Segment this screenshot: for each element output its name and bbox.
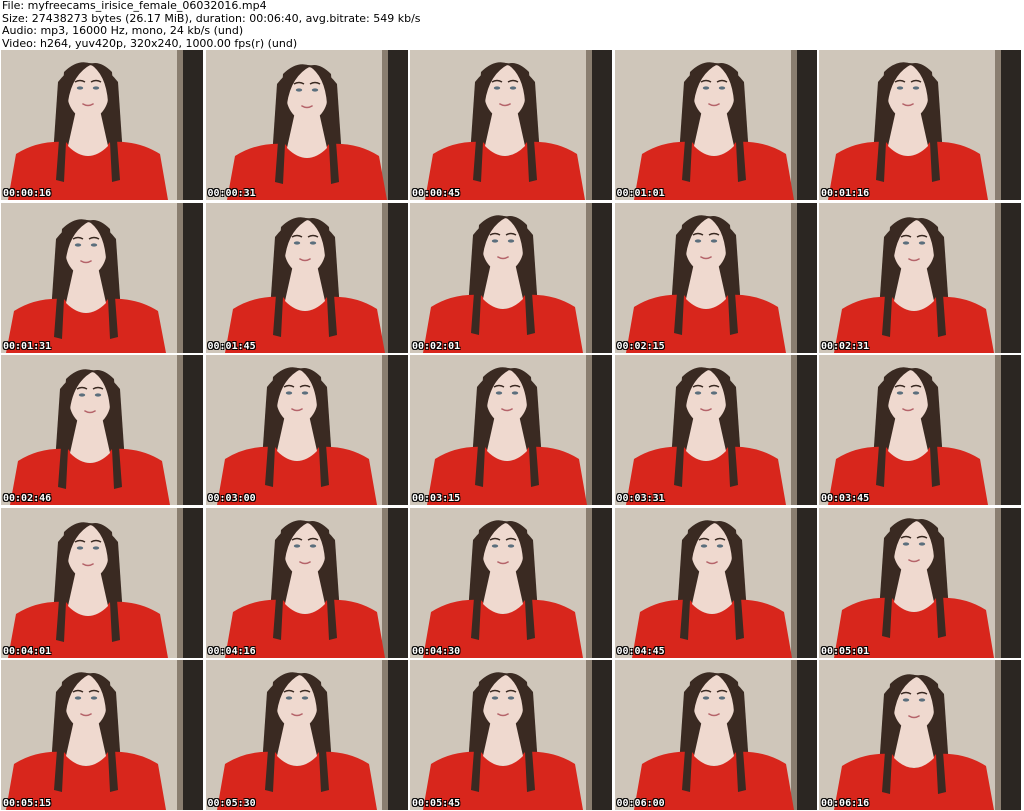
- video-frame-thumbnail: 00:04:45: [614, 507, 817, 658]
- frame-image: [410, 50, 612, 200]
- frame-image: [1, 202, 203, 353]
- video-frame-thumbnail: 00:02:31: [819, 202, 1021, 353]
- frame-image: [205, 355, 408, 505]
- video-frame-thumbnail: 00:05:45: [410, 660, 612, 810]
- video-frame-thumbnail: 00:01:31: [1, 202, 203, 353]
- frame-image: [1, 50, 203, 200]
- video-frame-thumbnail: 00:03:45: [819, 355, 1021, 505]
- frame-image: [819, 50, 1021, 200]
- video-info-line: Video: h264, yuv420p, 320x240, 1000.00 f…: [2, 36, 298, 50]
- video-frame-thumbnail: 00:05:01: [819, 507, 1021, 658]
- audio-info-line: Audio: mp3, 16000 Hz, mono, 24 kb/s (und…: [2, 24, 244, 37]
- video-frame-thumbnail: 00:06:16: [819, 660, 1021, 810]
- frame-image: [819, 202, 1021, 353]
- frame-timestamp: 00:01:45: [207, 340, 256, 352]
- video-frame-thumbnail: 00:00:31: [205, 50, 408, 200]
- frame-timestamp: 00:03:15: [412, 493, 461, 504]
- frame-image: [410, 660, 612, 810]
- video-frame-thumbnail: 00:04:30: [410, 507, 612, 658]
- frame-timestamp: 00:01:01: [616, 188, 665, 199]
- video-frame-thumbnail: 00:01:16: [819, 50, 1021, 200]
- frame-image: [819, 507, 1021, 658]
- frame-timestamp: 00:05:45: [412, 798, 461, 809]
- video-frame-thumbnail: 00:00:45: [410, 50, 612, 200]
- thumbnail-grid: 00:00:16 00:00:31 00:00:45 00:01:01 00:0…: [0, 50, 1024, 811]
- video-frame-thumbnail: 00:02:15: [614, 202, 817, 353]
- frame-timestamp: 00:02:01: [412, 340, 461, 352]
- video-frame-thumbnail: 00:05:15: [1, 660, 203, 810]
- frame-image: [819, 660, 1021, 810]
- frame-timestamp: 00:04:16: [207, 645, 256, 657]
- frame-image: [410, 202, 612, 353]
- video-frame-thumbnail: 00:01:01: [614, 50, 817, 200]
- frame-image: [410, 355, 612, 505]
- file-name-line: File: myfreecams_irisice_female_06032016…: [2, 0, 267, 12]
- video-frame-thumbnail: 00:00:16: [1, 50, 203, 200]
- frame-timestamp: 00:01:16: [821, 188, 870, 199]
- video-frame-thumbnail: 00:04:16: [205, 507, 408, 658]
- frame-timestamp: 00:06:00: [616, 798, 665, 809]
- frame-timestamp: 00:00:31: [207, 188, 256, 199]
- frame-image: [205, 202, 408, 353]
- frame-timestamp: 00:05:15: [3, 798, 52, 809]
- frame-timestamp: 00:05:30: [207, 798, 256, 809]
- frame-timestamp: 00:02:46: [3, 493, 52, 504]
- frame-timestamp: 00:03:00: [207, 493, 256, 504]
- frame-timestamp: 00:04:01: [3, 645, 52, 657]
- frame-image: [614, 507, 817, 658]
- video-frame-thumbnail: 00:05:30: [205, 660, 408, 810]
- frame-timestamp: 00:01:31: [3, 340, 52, 352]
- frame-image: [614, 660, 817, 810]
- frame-image: [1, 355, 203, 505]
- frame-image: [1, 660, 203, 810]
- frame-timestamp: 00:04:45: [616, 645, 665, 657]
- frame-timestamp: 00:00:45: [412, 188, 461, 199]
- file-info-header: File: myfreecams_irisice_female_06032016…: [2, 0, 1020, 49]
- frame-timestamp: 00:05:01: [821, 645, 870, 657]
- frame-image: [614, 355, 817, 505]
- frame-image: [819, 355, 1021, 505]
- video-frame-thumbnail: 00:06:00: [614, 660, 817, 810]
- video-frame-thumbnail: 00:02:46: [1, 355, 203, 505]
- video-frame-thumbnail: 00:02:01: [410, 202, 612, 353]
- frame-image: [614, 50, 817, 200]
- frame-timestamp: 00:04:30: [412, 645, 461, 657]
- frame-image: [205, 50, 408, 200]
- video-frame-thumbnail: 00:03:15: [410, 355, 612, 505]
- frame-timestamp: 00:03:31: [616, 493, 665, 504]
- frame-timestamp: 00:03:45: [821, 493, 870, 504]
- frame-image: [1, 507, 203, 658]
- frame-timestamp: 00:00:16: [3, 188, 52, 199]
- frame-image: [410, 507, 612, 658]
- frame-timestamp: 00:06:16: [821, 798, 870, 809]
- video-frame-thumbnail: 00:04:01: [1, 507, 203, 658]
- video-frame-thumbnail: 00:01:45: [205, 202, 408, 353]
- video-frame-thumbnail: 00:03:31: [614, 355, 817, 505]
- frame-image: [614, 202, 817, 353]
- frame-image: [205, 660, 408, 810]
- frame-image: [205, 507, 408, 658]
- frame-timestamp: 00:02:15: [616, 340, 665, 352]
- frame-timestamp: 00:02:31: [821, 340, 870, 352]
- video-frame-thumbnail: 00:03:00: [205, 355, 408, 505]
